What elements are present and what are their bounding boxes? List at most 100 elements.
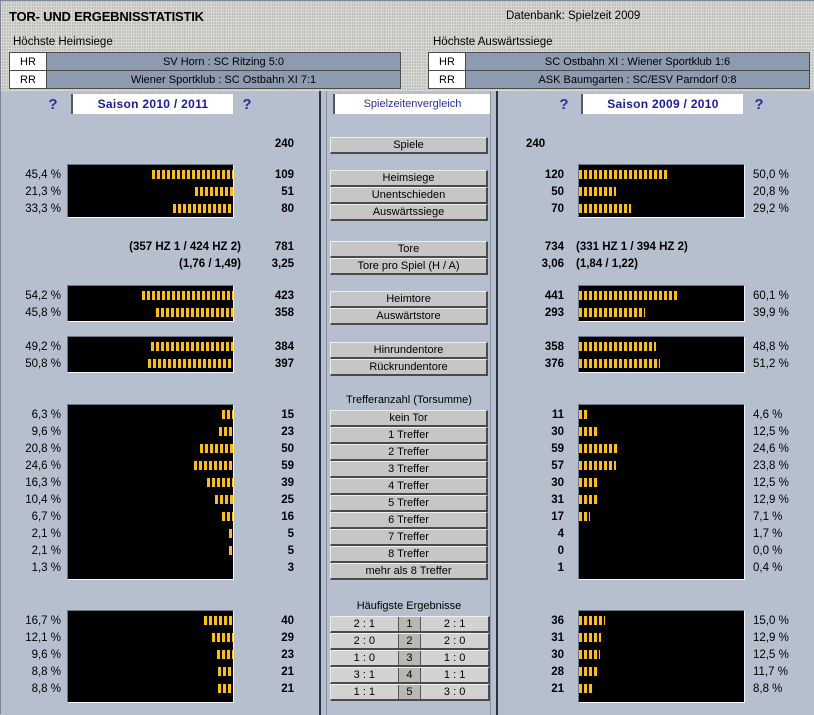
- result-row[interactable]: 2 : 1 1 2 : 1: [330, 616, 490, 633]
- chart-left-trefferanzahl: [67, 404, 234, 580]
- pct-right-t8: 0,0 %: [753, 545, 783, 557]
- button-1-treffer[interactable]: 1 Treffer: [330, 427, 488, 444]
- bar-row: [68, 563, 233, 572]
- button-kein-tor[interactable]: kein Tor: [330, 410, 488, 427]
- bar-row: [579, 546, 744, 555]
- value-left-t4: 39: [281, 477, 294, 489]
- chart-right-haeufigste-ergebnisse: [578, 610, 745, 703]
- value-left-t0: 15: [281, 409, 294, 421]
- bar-row: [579, 684, 744, 693]
- table-row[interactable]: HR SC Ostbahn XI : Wiener Sportklub 1:6: [429, 53, 809, 70]
- help-icon-right-2[interactable]: ?: [749, 94, 769, 114]
- button-7-treffer[interactable]: 7 Treffer: [330, 529, 488, 546]
- button-6-treffer[interactable]: 6 Treffer: [330, 512, 488, 529]
- pct-left-t7: 2,1 %: [31, 528, 61, 540]
- pct-left-r4: 8,8 %: [31, 666, 61, 678]
- button-rueckrundentore[interactable]: Rückrundentore: [330, 359, 488, 376]
- bar: [579, 291, 678, 300]
- bar-row: [68, 204, 233, 213]
- button-hinrundentore[interactable]: Hinrundentore: [330, 342, 488, 359]
- tab-season-left[interactable]: Saison 2010 / 2011: [71, 94, 233, 114]
- pct-right-r1: 15,0 %: [753, 615, 789, 627]
- result-row[interactable]: 3 : 1 4 1 : 1: [330, 667, 490, 684]
- pct-left-rueckrundentore: 50,8 %: [25, 358, 61, 370]
- table-row[interactable]: RR Wiener Sportklub : SC Ostbahn XI 7:1: [10, 70, 400, 88]
- value-right-t5: 31: [551, 494, 564, 506]
- bar-row: [579, 563, 744, 572]
- pct-right-auswaertstore: 39,9 %: [753, 307, 789, 319]
- button-auswaertssiege[interactable]: Auswärtssiege: [330, 204, 488, 221]
- row-key: RR: [429, 71, 466, 88]
- chart-right-trefferanzahl: [578, 404, 745, 580]
- button-spiele[interactable]: Spiele: [330, 137, 488, 154]
- tab-comparison[interactable]: Spielzeitenvergleich: [333, 94, 490, 114]
- value-right-r1: 36: [551, 615, 564, 627]
- pct-left-r1: 16,7 %: [25, 615, 61, 627]
- help-icon-left-2[interactable]: ?: [237, 94, 257, 114]
- home-wins-table: HR SV Horn : SC Ritzing 5:0 RR Wiener Sp…: [9, 52, 401, 89]
- result-rank: 3: [397, 651, 422, 665]
- help-icon-right-1[interactable]: ?: [554, 94, 574, 114]
- pct-left-auswaertssiege: 33,3 %: [25, 203, 61, 215]
- result-left: 1 : 1: [331, 685, 398, 699]
- bar-row: [68, 170, 233, 179]
- row-value: SV Horn : SC Ritzing 5:0: [47, 53, 400, 70]
- result-left: 2 : 1: [331, 617, 398, 631]
- value-right-t3: 57: [551, 460, 564, 472]
- value-right-t6: 17: [551, 511, 564, 523]
- button-heimtore[interactable]: Heimtore: [330, 291, 488, 308]
- result-row[interactable]: 1 : 0 3 1 : 0: [330, 650, 490, 667]
- value-left-hinrundentore: 384: [274, 341, 294, 353]
- button-tore[interactable]: Tore: [330, 241, 488, 258]
- pct-left-t4: 16,3 %: [25, 477, 61, 489]
- value-left-r1: 40: [281, 615, 294, 627]
- bar: [579, 478, 598, 487]
- pct-right-t6: 7,1 %: [753, 511, 783, 523]
- bar-row: [579, 633, 744, 642]
- button-heimsiege[interactable]: Heimsiege: [330, 170, 488, 187]
- pct-right-t2: 24,6 %: [753, 443, 789, 455]
- bar-row: [68, 187, 233, 196]
- page-title: TOR- UND ERGEBNISSTATISTIK: [9, 9, 204, 24]
- result-row[interactable]: 2 : 0 2 2 : 0: [330, 633, 490, 650]
- value-right-t0: 11: [551, 409, 564, 421]
- bar: [579, 308, 645, 317]
- bar-row: [68, 308, 233, 317]
- value-right-tore: 734: [544, 241, 564, 253]
- bar: [579, 512, 590, 521]
- bar-row: [579, 308, 744, 317]
- button-unentschieden[interactable]: Unentschieden: [330, 187, 488, 204]
- button-2-treffer[interactable]: 2 Treffer: [330, 444, 488, 461]
- result-left: 1 : 0: [331, 651, 398, 665]
- pct-right-t0: 4,6 %: [753, 409, 783, 421]
- value-right-r5: 21: [551, 683, 564, 695]
- bar: [579, 342, 656, 351]
- result-row[interactable]: 1 : 1 5 3 : 0: [330, 684, 490, 701]
- value-spiele-right: 240: [526, 138, 546, 150]
- bar: [219, 427, 233, 436]
- pct-left-r2: 12,1 %: [25, 632, 61, 644]
- value-left-r3: 23: [281, 649, 294, 661]
- button-3-treffer[interactable]: 3 Treffer: [330, 461, 488, 478]
- result-left: 3 : 1: [331, 668, 398, 682]
- bar: [222, 410, 233, 419]
- pct-left-t0: 6,3 %: [31, 409, 61, 421]
- pct-left-r3: 9,6 %: [31, 649, 61, 661]
- button-5-treffer[interactable]: 5 Treffer: [330, 495, 488, 512]
- table-row[interactable]: RR ASK Baumgarten : SC/ESV Parndorf 0:8: [429, 70, 809, 88]
- table-row[interactable]: HR SV Horn : SC Ritzing 5:0: [10, 53, 400, 70]
- button-auswaertstore[interactable]: Auswärtstore: [330, 308, 488, 325]
- button-4-treffer[interactable]: 4 Treffer: [330, 478, 488, 495]
- bar-row: [579, 616, 744, 625]
- bar: [579, 495, 599, 504]
- button-mehr-als-8-treffer[interactable]: mehr als 8 Treffer: [330, 563, 488, 580]
- value-right-r3: 30: [551, 649, 564, 661]
- value-left-tore: 781: [274, 241, 294, 253]
- tab-season-right[interactable]: Saison 2009 / 2010: [581, 94, 743, 114]
- help-icon-left-1[interactable]: ?: [43, 94, 63, 114]
- button-8-treffer[interactable]: 8 Treffer: [330, 546, 488, 563]
- result-rank: 4: [397, 668, 422, 682]
- value-right-auswaertstore: 293: [544, 307, 564, 319]
- value-left-t5: 25: [281, 494, 294, 506]
- button-tore-pro-spiel[interactable]: Tore pro Spiel (H / A): [330, 258, 488, 275]
